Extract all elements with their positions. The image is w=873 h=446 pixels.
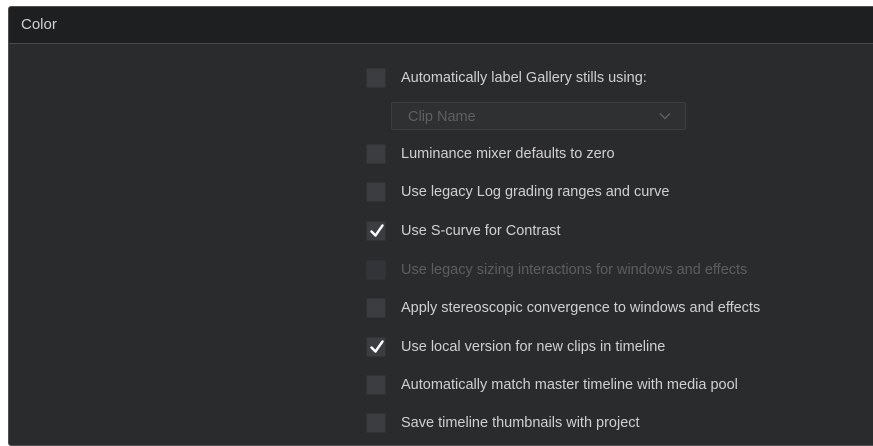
option-stereoscopic-convergence[interactable]: Apply stereoscopic convergence to window… — [366, 296, 760, 320]
option-auto-label-gallery-stills[interactable]: Automatically label Gallery stills using… — [366, 66, 647, 90]
option-s-curve-contrast[interactable]: Use S-curve for Contrast — [366, 219, 561, 243]
save-timeline-thumbnails-checkbox[interactable] — [366, 413, 386, 433]
s-curve-contrast-checkbox[interactable] — [366, 221, 386, 241]
legacy-log-grading-checkbox[interactable] — [366, 182, 386, 202]
dropdown-selected-value: Clip Name — [408, 109, 476, 125]
option-label: Use legacy sizing interactions for windo… — [401, 262, 748, 278]
color-settings-panel: Color Automatically label Gallery stills… — [8, 6, 873, 446]
option-save-timeline-thumbnails[interactable]: Save timeline thumbnails with project — [366, 411, 640, 435]
checkmark-icon — [370, 224, 384, 237]
option-label: Apply stereoscopic convergence to window… — [401, 300, 761, 316]
option-label: Use legacy Log grading ranges and curve — [401, 184, 670, 200]
stereoscopic-convergence-checkbox[interactable] — [366, 298, 386, 318]
option-luminance-mixer-zero[interactable]: Luminance mixer defaults to zero — [366, 142, 615, 166]
option-label: Use S-curve for Contrast — [401, 223, 561, 239]
gallery-label-source-dropdown[interactable]: Clip Name — [391, 102, 686, 130]
local-version-new-clips-checkbox[interactable] — [366, 337, 386, 357]
option-match-master-timeline[interactable]: Automatically match master timeline with… — [366, 373, 738, 397]
option-legacy-sizing-interactions: Use legacy sizing interactions for windo… — [366, 258, 747, 282]
option-label: Luminance mixer defaults to zero — [401, 146, 615, 162]
panel-header: Color — [9, 7, 873, 44]
option-label: Automatically match master timeline with… — [401, 377, 738, 393]
chevron-down-icon — [659, 113, 671, 120]
option-local-version-new-clips[interactable]: Use local version for new clips in timel… — [366, 335, 665, 359]
checkmark-icon — [370, 340, 384, 353]
panel-title: Color — [21, 16, 57, 33]
auto-label-gallery-stills-checkbox[interactable] — [366, 68, 386, 88]
option-legacy-log-grading[interactable]: Use legacy Log grading ranges and curve — [366, 180, 669, 204]
option-label: Automatically label Gallery stills using… — [401, 70, 647, 86]
option-label: Save timeline thumbnails with project — [401, 415, 640, 431]
match-master-timeline-checkbox[interactable] — [366, 375, 386, 395]
option-label: Use local version for new clips in timel… — [401, 339, 666, 355]
legacy-sizing-interactions-checkbox — [366, 260, 386, 280]
panel-body: Automatically label Gallery stills using… — [9, 44, 873, 445]
luminance-mixer-zero-checkbox[interactable] — [366, 144, 386, 164]
